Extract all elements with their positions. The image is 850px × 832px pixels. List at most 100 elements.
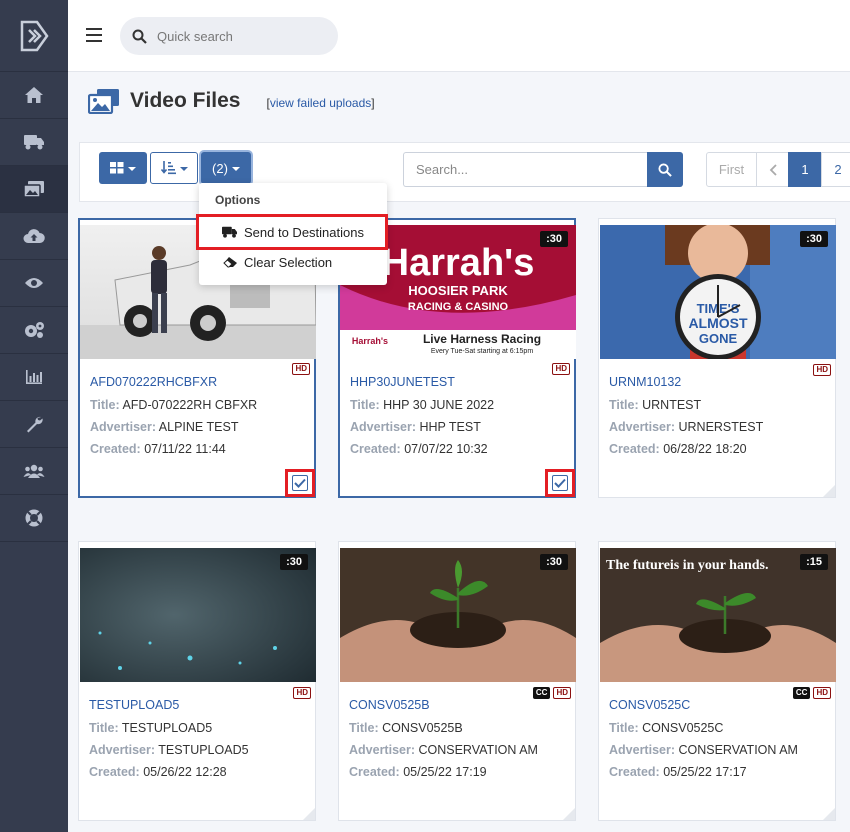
svg-text:HOOSIER PARK: HOOSIER PARK [408,283,508,298]
bar-chart-icon [26,370,42,384]
page-first-button[interactable]: First [706,152,757,187]
video-title: Title: CONSV0525B [349,721,463,735]
page-2-button[interactable]: 2 [821,152,850,187]
hd-badge: HD [552,363,570,375]
video-title: Title: URNTEST [609,398,702,412]
selection-options-button[interactable]: (2) [201,152,251,184]
page-1-button[interactable]: 1 [788,152,822,187]
sidebar [0,0,68,832]
wrench-icon [27,416,43,433]
video-advertiser: Advertiser: CONSERVATION AM [609,743,798,757]
video-title: Title: CONSV0525C [609,721,724,735]
lifebuoy-icon [25,509,43,527]
duration-badge: :30 [540,554,568,570]
toolbar: (2) First 1 2 [79,142,850,202]
svg-text:Live Harness Racing: Live Harness Racing [423,332,541,346]
grid-icon [110,162,124,174]
sidebar-item-deliveries[interactable] [0,119,68,166]
video-id-link[interactable]: HHP30JUNETEST [350,375,455,389]
format-badges: HD [293,687,311,699]
selection-options-menu: Options Send to Destinations Clear Selec… [196,183,388,285]
truck-icon [24,135,44,150]
video-id-link[interactable]: TESTUPLOAD5 [89,698,179,712]
menu-toggle-icon[interactable] [86,28,102,42]
file-search-input[interactable] [416,162,636,177]
svg-text:The futureis in your hands.: The futureis in your hands. [606,558,768,573]
sidebar-item-upload[interactable] [0,213,68,260]
video-id-link[interactable]: CONSV0525C [609,698,690,712]
format-badges: CC HD [792,687,831,699]
video-thumbnail[interactable]: The futureis in your hands. :15 [600,548,836,682]
quick-search-input[interactable] [157,28,317,44]
svg-text:GONE: GONE [699,331,738,346]
video-advertiser: Advertiser: URNERSTEST [609,420,764,434]
sort-button[interactable] [150,152,198,184]
video-card[interactable]: :30 HD TESTUPLOAD5 Title: TESTUPLOAD5 Ad… [78,541,316,821]
video-title: Title: TESTUPLOAD5 [89,721,213,735]
sidebar-item-home[interactable] [0,72,68,119]
hd-badge: HD [813,364,831,376]
duration-badge: :30 [540,231,568,247]
cc-badge: CC [792,687,811,699]
sidebar-item-preview[interactable] [0,260,68,307]
duration-badge: :30 [280,554,308,570]
video-advertiser: Advertiser: TESTUPLOAD5 [89,743,249,757]
options-header: Options [215,193,261,207]
select-checkbox[interactable] [545,469,575,497]
svg-text:RACING & CASINO: RACING & CASINO [408,301,509,313]
format-badges: CC HD [532,687,571,699]
video-card[interactable]: TIME'S ALMOST GONE :30 HD URNM10132 Titl… [598,218,836,498]
video-id-link[interactable]: AFD070222RHCBFXR [90,375,217,389]
video-created: Created: 05/25/22 17:17 [609,765,747,779]
video-id-link[interactable]: URNM10132 [609,375,681,389]
video-card[interactable]: :30 CC HD CONSV0525B Title: CONSV0525B Ad… [338,541,576,821]
video-advertiser: Advertiser: ALPINE TEST [90,420,239,434]
sidebar-item-video-files[interactable] [0,166,68,213]
sidebar-item-tools[interactable] [0,401,68,448]
view-failed-uploads-link[interactable]: view failed uploads [270,96,371,110]
sidebar-item-settings[interactable] [0,307,68,354]
video-title: Title: HHP 30 JUNE 2022 [350,398,495,412]
video-created: Created: 06/28/22 18:20 [609,442,747,456]
select-checkbox[interactable] [285,469,315,497]
send-to-destinations-item[interactable]: Send to Destinations [196,214,388,250]
file-search[interactable] [403,152,647,187]
page-prev-button[interactable] [756,152,789,187]
app-logo[interactable] [0,0,68,72]
video-thumbnail[interactable]: TIME'S ALMOST GONE :30 [600,225,836,359]
quick-search[interactable] [120,17,338,55]
chevron-left-icon [769,163,777,176]
sidebar-item-support[interactable] [0,495,68,542]
duration-badge: :30 [800,231,828,247]
hd-badge: HD [293,687,311,699]
hd-badge: HD [813,687,831,699]
video-created: Created: 07/11/22 11:44 [90,442,226,456]
video-files-header-icon [88,89,119,114]
page-title: Video Files [130,89,241,112]
eye-icon [25,278,43,288]
video-title: Title: AFD-070222RH CBFXR [90,398,258,412]
video-thumbnail[interactable]: :30 [80,548,316,682]
cc-badge: CC [532,687,551,699]
sidebar-item-users[interactable] [0,448,68,495]
duration-badge: :15 [800,554,828,570]
pagination: First 1 2 [706,152,850,187]
view-mode-button[interactable] [99,152,147,184]
cogs-icon [25,322,44,338]
topbar [68,0,850,72]
video-id-link[interactable]: CONSV0525B [349,698,430,712]
sidebar-item-reports[interactable] [0,354,68,401]
video-card[interactable]: The futureis in your hands. :15 CC HD CON… [598,541,836,821]
search-button[interactable] [647,152,683,187]
video-thumbnail[interactable]: :30 [340,548,576,682]
format-badges: HD [813,364,831,376]
svg-text:Harrah's: Harrah's [382,242,535,284]
video-created: Created: 05/26/22 12:28 [89,765,227,779]
svg-text:Every Tue-Sat starting at 6:15: Every Tue-Sat starting at 6:15pm [431,348,533,355]
video-created: Created: 05/25/22 17:19 [349,765,487,779]
sort-icon [160,161,176,175]
clear-selection-label: Clear Selection [244,254,333,270]
video-files-icon [23,181,44,198]
clear-selection-item[interactable]: Clear Selection [199,248,387,276]
card-corner [303,808,315,820]
